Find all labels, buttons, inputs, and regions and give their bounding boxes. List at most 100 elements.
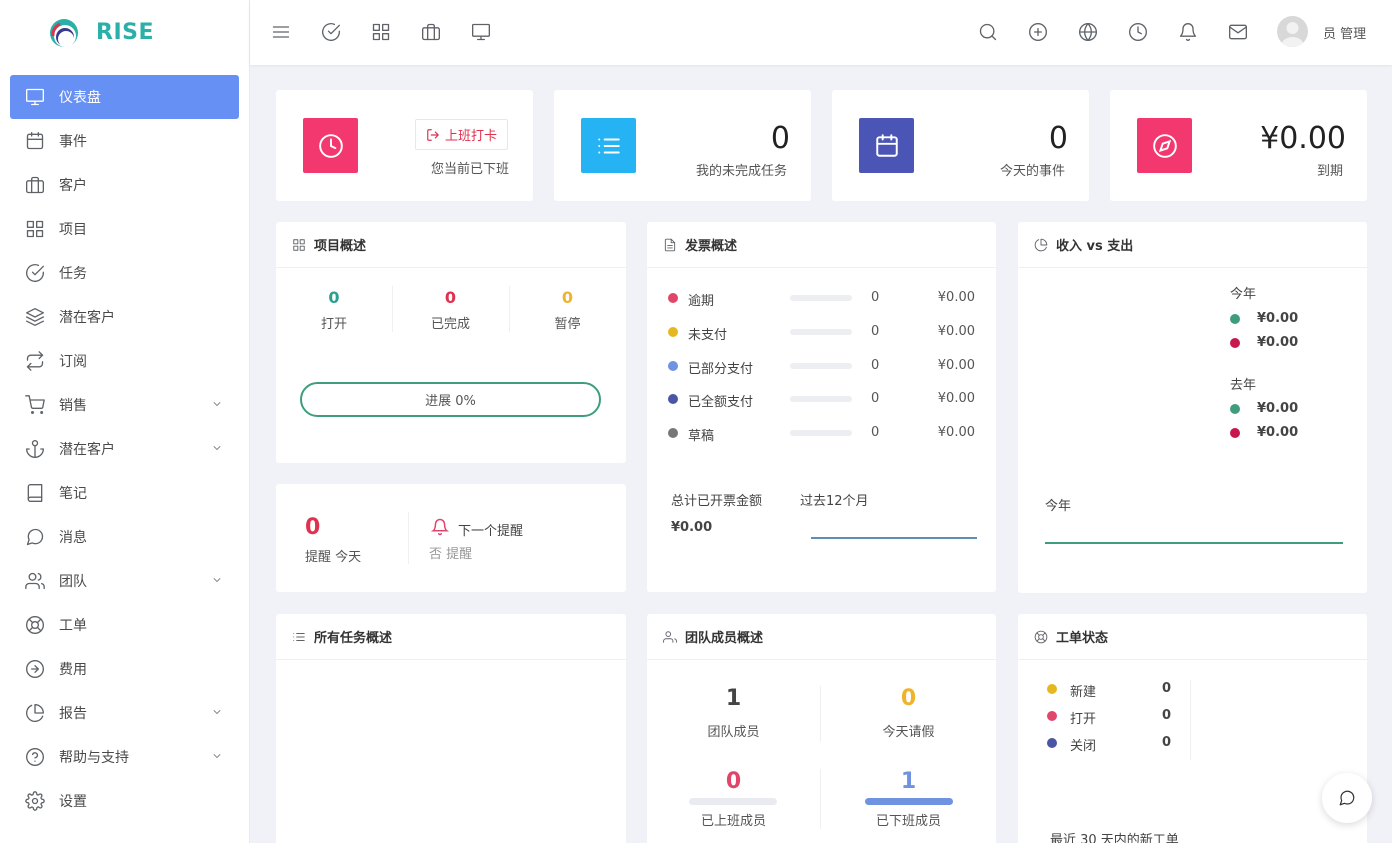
- invoice-partial-bar: [790, 363, 852, 369]
- sidebar-item-label: 事件: [59, 134, 87, 150]
- this-year-income: ¥0.00: [1257, 311, 1299, 326]
- globe-icon: [1079, 23, 1097, 41]
- clock-button[interactable]: [1126, 20, 1150, 44]
- ticket-closed-label[interactable]: 关闭: [1070, 735, 1096, 754]
- due-label: 到期: [1316, 164, 1343, 179]
- ticket-open-label[interactable]: 打开: [1070, 708, 1096, 727]
- sidebar-item-label: 订阅: [59, 354, 87, 370]
- repeat-icon: [24, 350, 46, 372]
- chart-label: 今年: [1045, 499, 1072, 514]
- last-year-income: ¥0.00: [1257, 401, 1299, 416]
- list-icon: [597, 138, 620, 153]
- language-button[interactable]: [1076, 20, 1100, 44]
- sidebar-item-team[interactable]: 团队: [10, 559, 239, 603]
- projects-hold-value[interactable]: 0: [509, 288, 626, 307]
- quick-add-button[interactable]: [1026, 20, 1050, 44]
- invoice-partial-label[interactable]: 已部分支付: [688, 358, 753, 377]
- status-dot: [1047, 684, 1057, 694]
- sidebar-item-tickets[interactable]: 工单: [10, 603, 239, 647]
- logo[interactable]: RISE: [0, 0, 249, 65]
- search-button[interactable]: [976, 20, 1000, 44]
- events-widget-icon-box: [859, 118, 914, 173]
- team-members-label: 团队成员: [707, 725, 760, 740]
- projects-shortcut-button[interactable]: [369, 20, 393, 44]
- ticket-new-label[interactable]: 新建: [1070, 681, 1096, 700]
- events-today-widget[interactable]: 0 今天的事件: [832, 90, 1089, 201]
- chevron-down-icon: [213, 446, 221, 450]
- invoice-draft-amount: ¥0.00: [937, 425, 975, 440]
- menu-toggle-button[interactable]: [269, 20, 293, 44]
- this-year-expense: ¥0.00: [1257, 335, 1299, 350]
- invoice-overdue-label[interactable]: 逾期: [688, 290, 714, 309]
- invoice-paid-bar: [790, 396, 852, 402]
- open-tasks-widget[interactable]: 0 我的未完成任务: [554, 90, 811, 201]
- invoice-unpaid-label[interactable]: 未支付: [688, 324, 727, 343]
- clocked-out-bar: [865, 798, 953, 805]
- sidebar-item-subscriptions[interactable]: 订阅: [10, 339, 239, 383]
- clock-in-button[interactable]: 上班打卡: [415, 119, 509, 150]
- clients-shortcut-button[interactable]: [419, 20, 443, 44]
- avatar[interactable]: [1277, 16, 1308, 47]
- due-widget-icon-box: [1137, 118, 1192, 173]
- sidebar-item-dashboard[interactable]: 仪表盘: [10, 75, 239, 119]
- sidebar-item-notes[interactable]: 笔记: [10, 471, 239, 515]
- invoice-draft-label[interactable]: 草稿: [688, 425, 714, 444]
- progress-label: 进展 0%: [425, 394, 476, 409]
- invoice-overdue-amount: ¥0.00: [937, 290, 975, 305]
- clock-status: 您当前已下班: [430, 162, 509, 177]
- invoice-paid-label[interactable]: 已全额支付: [688, 391, 753, 410]
- clocked-in-value[interactable]: 0: [647, 769, 820, 794]
- due-widget[interactable]: ¥0.00 到期: [1110, 90, 1367, 201]
- reminders-count[interactable]: 0: [305, 515, 320, 540]
- user-name[interactable]: 员 管理: [1323, 23, 1366, 42]
- sidebar-item-label: 工单: [59, 618, 87, 634]
- invoice-draft-bar: [790, 430, 852, 436]
- invoice-total-value: ¥0.00: [671, 520, 713, 535]
- sidebar-item-expenses[interactable]: 费用: [10, 647, 239, 691]
- sidebar-item-projects[interactable]: 项目: [10, 207, 239, 251]
- bell-icon: [431, 518, 449, 536]
- briefcase-icon: [24, 174, 46, 196]
- sidebar-item-settings[interactable]: 设置: [10, 779, 239, 823]
- arrow-circle-icon: [24, 658, 46, 680]
- card-title: 项目概述: [314, 239, 367, 254]
- notifications-button[interactable]: [1176, 20, 1200, 44]
- sidebar-item-clients[interactable]: 客户: [10, 163, 239, 207]
- life-buoy-icon: [1034, 630, 1048, 643]
- invoice-unpaid-bar: [790, 329, 852, 335]
- anchor-icon: [24, 438, 46, 460]
- chat-button[interactable]: [1322, 773, 1372, 823]
- card-header: 发票概述: [647, 222, 996, 268]
- ticket-closed-count: 0: [1162, 735, 1172, 750]
- sidebar-item-tasks[interactable]: 任务: [10, 251, 239, 295]
- topbar: 员 管理: [250, 0, 1392, 65]
- sidebar-item-reports[interactable]: 报告: [10, 691, 239, 735]
- projects-open-value[interactable]: 0: [276, 288, 392, 307]
- all-tasks-card: 所有任务概述: [276, 614, 626, 843]
- sidebar-item-events[interactable]: 事件: [10, 119, 239, 163]
- sidebar-item-sales[interactable]: 销售: [10, 383, 239, 427]
- messages-button[interactable]: [1226, 20, 1250, 44]
- sidebar-item-prospects[interactable]: 潜在客户: [10, 427, 239, 471]
- clocked-out-value[interactable]: 1: [821, 769, 996, 794]
- tasks-shortcut-button[interactable]: [319, 20, 343, 44]
- dashboard-shortcut-button[interactable]: [469, 20, 493, 44]
- sidebar-item-help[interactable]: 帮助与支持: [10, 735, 239, 779]
- projects-completed-value[interactable]: 0: [392, 288, 509, 307]
- status-dot: [668, 394, 678, 404]
- sidebar-item-label: 销售: [59, 398, 87, 414]
- team-members-value[interactable]: 1: [647, 686, 820, 711]
- grid-icon: [372, 23, 390, 41]
- invoice-paid-amount: ¥0.00: [937, 391, 975, 406]
- last-year-label: 去年: [1230, 378, 1257, 393]
- sidebar-item-messages[interactable]: 消息: [10, 515, 239, 559]
- sidebar-item-leads[interactable]: 潜在客户: [10, 295, 239, 339]
- list-icon: [293, 632, 305, 641]
- invoice-overdue-bar: [790, 295, 852, 301]
- monitor-icon: [472, 23, 490, 41]
- projects-hold-label: 暂停: [554, 317, 581, 332]
- pie-chart-icon: [1034, 238, 1048, 251]
- check-circle-icon: [24, 262, 46, 284]
- layers-icon: [24, 306, 46, 328]
- on-leave-value[interactable]: 0: [821, 686, 996, 711]
